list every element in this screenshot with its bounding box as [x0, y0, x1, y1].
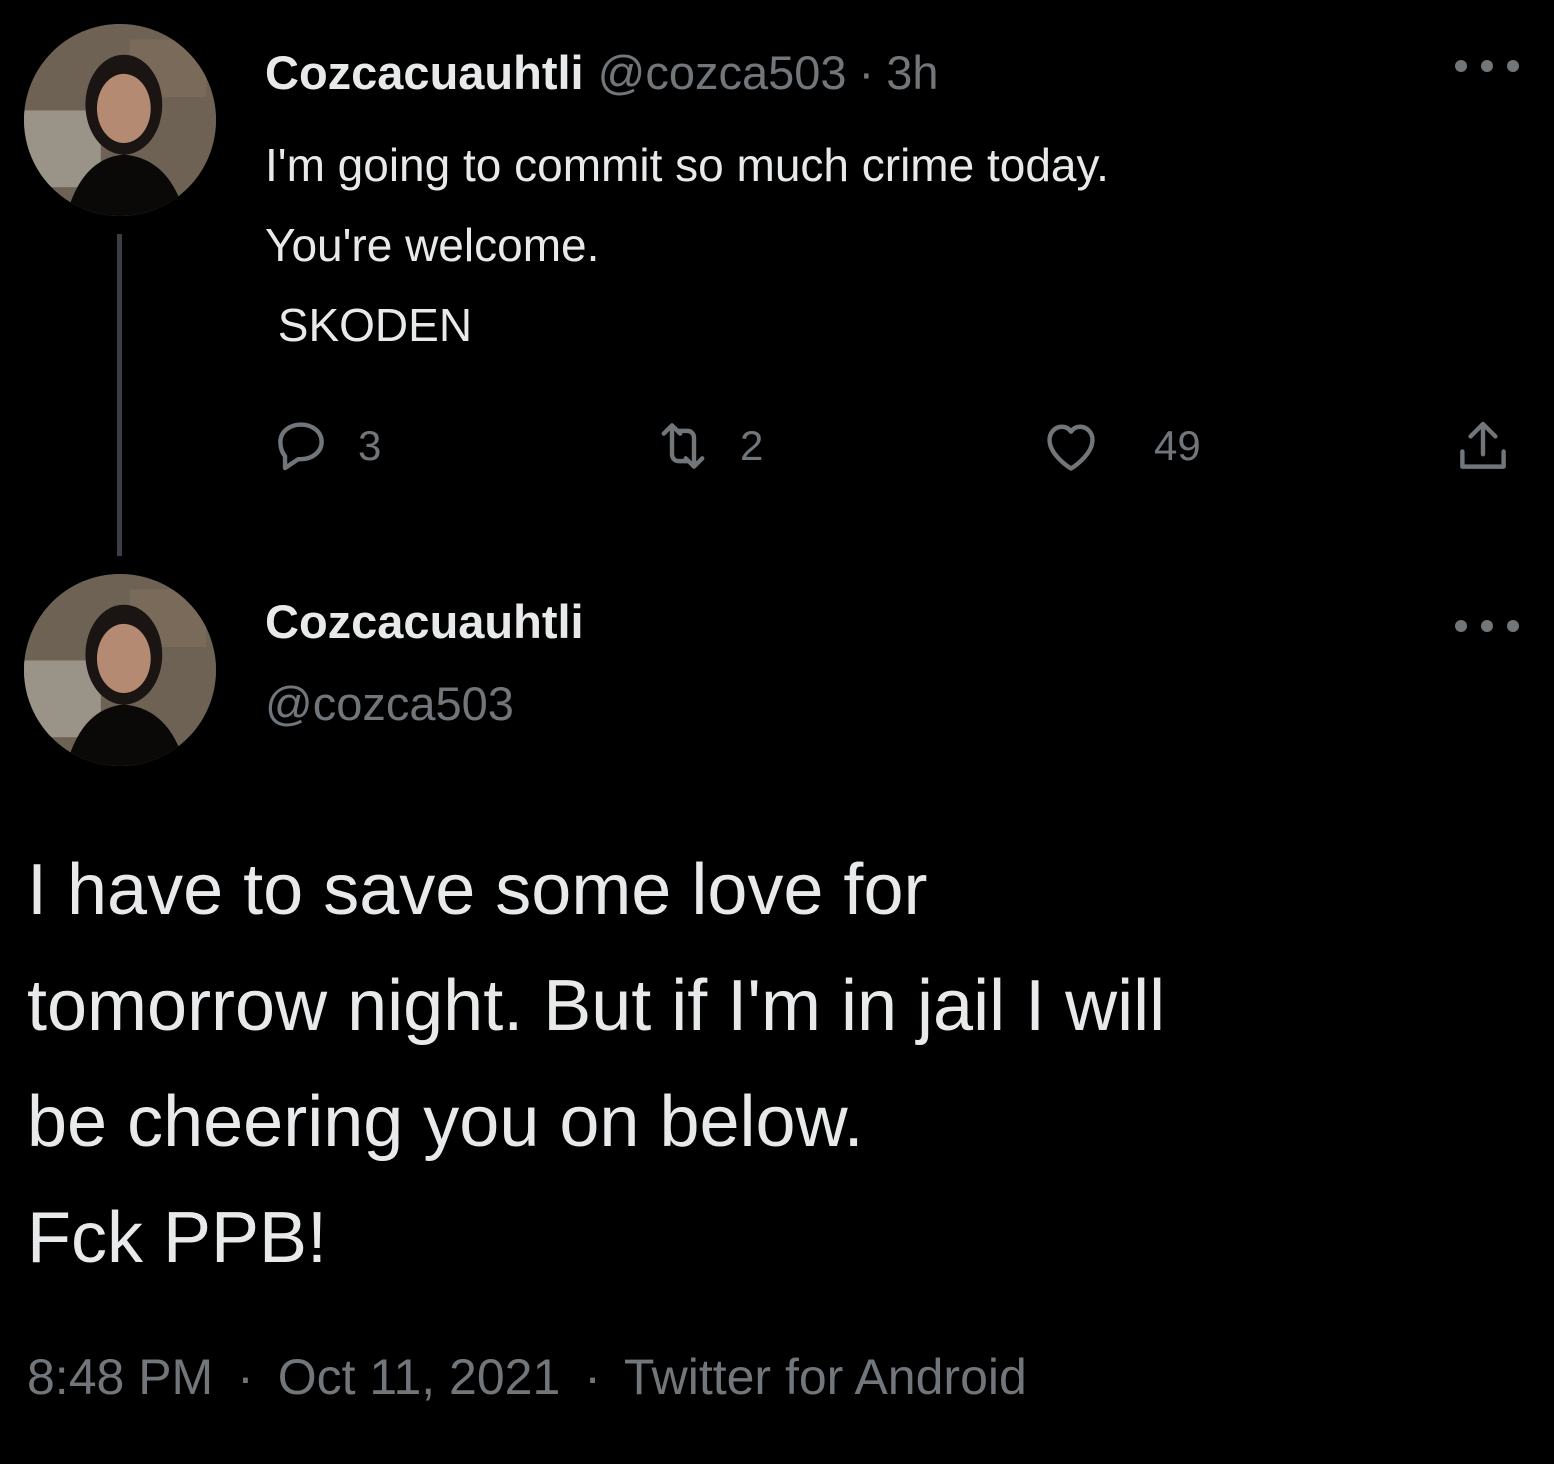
tweet-actions: 3 2 49: [0, 410, 1554, 482]
retweet-count: 2: [740, 422, 764, 469]
tweet1-text: I'm going to commit so much crime today.…: [265, 125, 1485, 365]
avatar-photo: [24, 574, 216, 766]
retweet-icon: [661, 423, 705, 469]
reply-icon: [278, 422, 324, 471]
separator: ·: [237, 1349, 254, 1405]
tweet1-header: Cozcacuauhtli @cozca503 · 3h: [265, 40, 938, 104]
reply-button[interactable]: 3: [268, 410, 381, 482]
tweet-timestamp[interactable]: 8:48 PM: [27, 1349, 213, 1405]
like-button[interactable]: 49: [1038, 410, 1201, 482]
tweet-text-line: I'm going to commit so much crime today.: [265, 139, 1109, 191]
avatar[interactable]: [24, 24, 216, 216]
author-name[interactable]: Cozcacuauhtli: [265, 45, 584, 100]
avatar[interactable]: [24, 574, 216, 766]
tweet-metadata: 8:48 PM · Oct 11, 2021 · Twitter for And…: [27, 1348, 1027, 1406]
avatar-photo: [24, 24, 216, 216]
share-button[interactable]: [1450, 410, 1516, 482]
tweet-source[interactable]: Twitter for Android: [624, 1349, 1027, 1405]
thread-line: [117, 234, 122, 556]
separator: ·: [858, 45, 875, 99]
tweet-text-line: You're welcome.: [265, 219, 600, 271]
tweet-date[interactable]: Oct 11, 2021: [278, 1349, 561, 1405]
tweet-text-line: tomorrow night. But if I'm in jail I wil…: [27, 966, 1166, 1046]
heart-icon: [1047, 424, 1095, 471]
tweet-text-line: I have to save some love for: [27, 850, 928, 930]
tweet-text-line: Fck PPB!: [27, 1198, 328, 1278]
like-count: 49: [1154, 422, 1201, 469]
tweet2-text: I have to save some love for tomorrow ni…: [27, 832, 1527, 1296]
tweet-text-line: be cheering you on below.: [27, 1082, 864, 1162]
author-handle[interactable]: @cozca503: [598, 45, 847, 100]
author-name[interactable]: Cozcacuauhtli: [265, 594, 584, 649]
separator: ·: [584, 1349, 601, 1405]
tweet-text-line: SKODEN: [265, 299, 473, 351]
reply-count: 3: [358, 422, 382, 469]
more-options-icon[interactable]: [1455, 56, 1519, 76]
more-options-icon[interactable]: [1455, 616, 1519, 636]
share-icon: [1460, 421, 1506, 469]
author-handle[interactable]: @cozca503: [265, 676, 514, 731]
retweet-button[interactable]: 2: [650, 410, 763, 482]
tweet-time[interactable]: 3h: [886, 45, 938, 100]
